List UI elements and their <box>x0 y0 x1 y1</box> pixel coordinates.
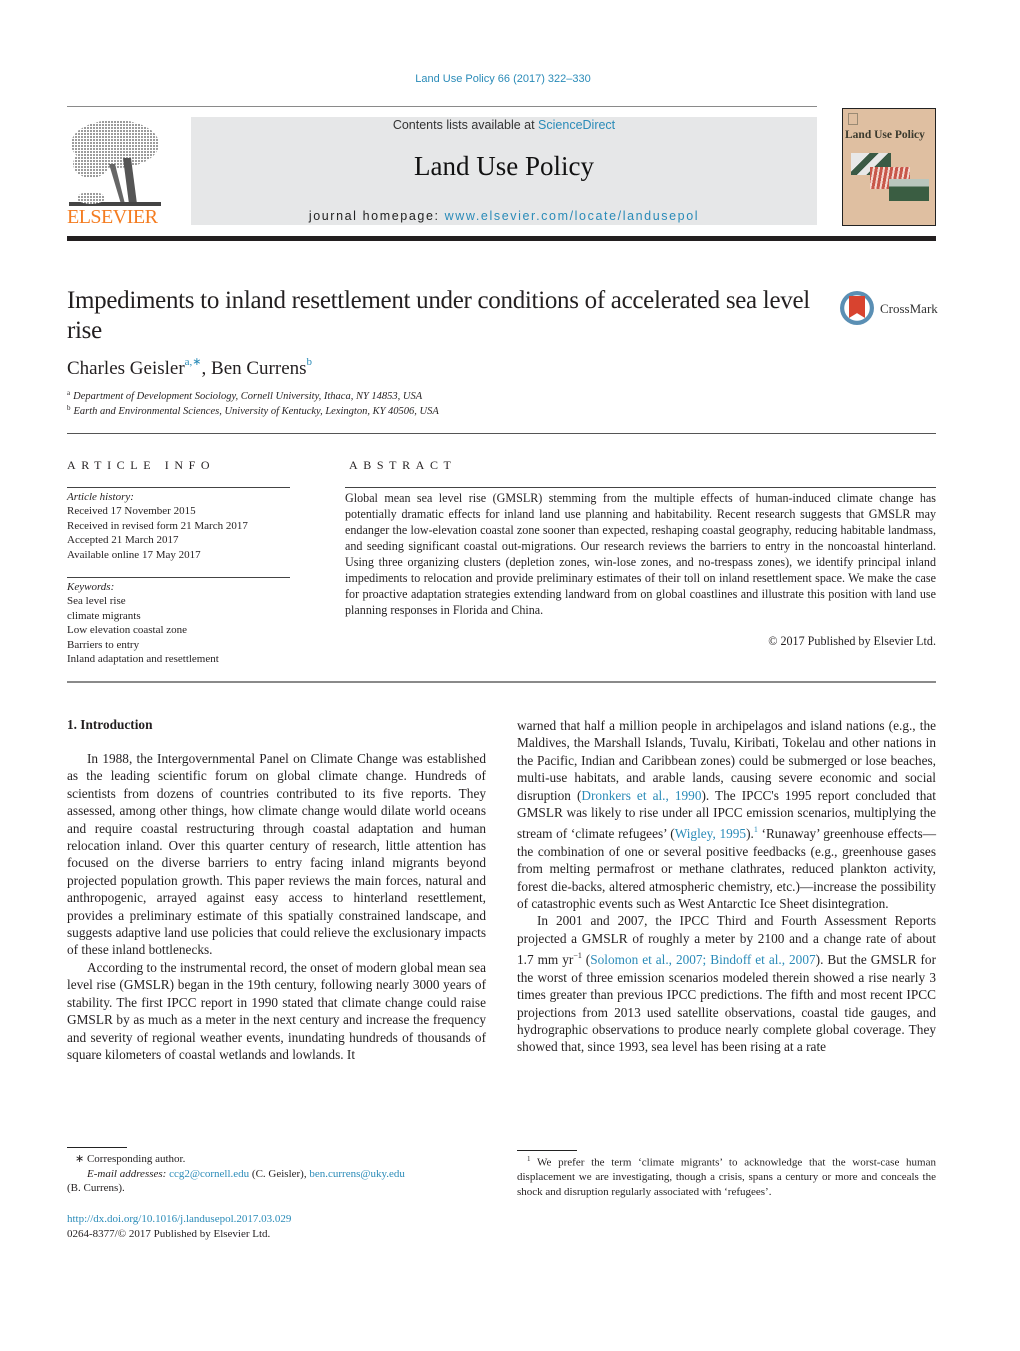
body-paragraph: According to the instrumental record, th… <box>67 959 486 1062</box>
sciencedirect-link[interactable]: ScienceDirect <box>538 118 615 132</box>
elsevier-logo[interactable]: ELSEVIER <box>67 116 167 228</box>
corresponding-footnote: ∗ Corresponding author. E-mail addresses… <box>67 1152 487 1196</box>
cover-publisher-icon <box>848 113 858 125</box>
divider <box>345 487 936 488</box>
email-owner: (C. Geisler), <box>249 1167 310 1180</box>
contents-prefix: Contents lists available at <box>392 118 539 132</box>
article-history: Article history: Received 17 November 20… <box>67 490 307 562</box>
elsevier-wordmark: ELSEVIER <box>67 206 158 228</box>
homepage-prefix: journal homepage: <box>308 209 445 223</box>
journal-banner: Contents lists available at ScienceDirec… <box>191 117 817 225</box>
header-rule <box>67 106 817 107</box>
citation-link[interactable]: Solomon et al., 2007; Bindoff et al., 20… <box>590 952 815 967</box>
section-heading: 1. Introduction <box>67 717 153 732</box>
body-paragraph: In 1988, the Intergovernmental Panel on … <box>67 751 486 958</box>
contents-line: Contents lists available at ScienceDirec… <box>191 118 817 132</box>
affiliation-mark: a <box>67 389 71 397</box>
divider <box>67 577 290 578</box>
history-item: Available online 17 May 2017 <box>67 548 201 561</box>
history-item: Accepted 21 March 2017 <box>67 534 179 547</box>
author-name[interactable]: Charles Geisler <box>67 358 185 379</box>
footnote-1: 1 We prefer the term ‘climate migrants’ … <box>517 1152 936 1199</box>
author-name[interactable]: Ben Currens <box>211 358 307 379</box>
journal-reference[interactable]: Land Use Policy 66 (2017) 322–330 <box>0 73 1006 85</box>
email-link[interactable]: ben.currens@uky.edu <box>309 1168 405 1180</box>
footnote-text: We prefer the term ‘climate migrants’ to… <box>517 1156 936 1198</box>
history-item: Received in revised form 21 March 2017 <box>67 519 248 532</box>
homepage-line: journal homepage: www.elsevier.com/locat… <box>191 209 817 223</box>
keyword: climate migrants <box>67 609 141 622</box>
keywords-label: Keywords: <box>67 581 115 593</box>
body-column-right: warned that half a million people in arc… <box>517 717 936 1056</box>
crossmark-label: CrossMark <box>880 301 938 316</box>
abstract-text: Global mean sea level rise (GMSLR) stemm… <box>345 491 936 617</box>
keyword: Low elevation coastal zone <box>67 624 188 637</box>
citation-link[interactable]: Wigley, 1995 <box>675 826 746 841</box>
corresponding-author-note: ∗ Corresponding author. <box>75 1153 186 1165</box>
keyword: Barriers to entry <box>67 638 140 651</box>
issn-copyright: 0264-8377/© 2017 Published by Elsevier L… <box>67 1227 271 1240</box>
citation-link[interactable]: Dronkers et al., 1990 <box>581 788 701 803</box>
author-affiliation-mark[interactable]: b <box>307 356 313 368</box>
article-history-label: Article history: <box>67 491 134 503</box>
abstract-heading: ABSTRACT <box>349 458 457 472</box>
doi-block: http://dx.doi.org/10.1016/j.landusepol.2… <box>67 1212 291 1241</box>
author-affiliation-mark[interactable]: a,∗ <box>185 356 202 368</box>
text-run: ). <box>746 826 754 842</box>
abstract-copyright: © 2017 Published by Elsevier Ltd. <box>768 634 936 648</box>
email-link[interactable]: ccg2@cornell.edu <box>169 1168 249 1180</box>
text-run: ). But the GMSLR for the worst of three … <box>517 952 936 1055</box>
email-line: E-mail addresses: ccg2@cornell.edu (C. G… <box>67 1167 487 1182</box>
exponent: −1 <box>573 951 582 961</box>
author-list: Charles Geislera,∗, Ben Currensb <box>67 355 312 380</box>
text-run: ( <box>581 952 591 968</box>
divider <box>67 433 936 434</box>
author-separator: , <box>201 358 212 379</box>
body-column-left: In 1988, the Intergovernmental Panel on … <box>67 750 486 1063</box>
footnote-rule <box>517 1150 577 1151</box>
keyword: Sea level rise <box>67 595 126 608</box>
journal-homepage-link[interactable]: www.elsevier.com/locate/landusepol <box>445 209 700 223</box>
affiliation: a Department of Development Sociology, Co… <box>67 389 422 402</box>
elsevier-tree-icon <box>69 120 161 206</box>
keyword: Inland adaptation and resettlement <box>67 653 219 666</box>
crossmark-button[interactable]: CrossMark <box>840 291 940 329</box>
affiliation: b Earth and Environmental Sciences, Unive… <box>67 404 439 417</box>
body-paragraph: warned that half a million people in arc… <box>517 717 936 912</box>
footnote-rule <box>67 1147 127 1148</box>
body-paragraph: In 2001 and 2007, the IPCC Third and Fou… <box>517 912 936 1055</box>
keywords: Keywords: Sea level rise climate migrant… <box>67 580 307 666</box>
journal-title: Land Use Policy <box>414 151 594 181</box>
affiliation-mark: b <box>67 404 71 412</box>
divider <box>67 487 290 488</box>
affiliation-text: Department of Development Sociology, Cor… <box>73 391 423 402</box>
cover-photo-3 <box>889 179 929 201</box>
article-info-heading: ARTICLE INFO <box>67 458 216 472</box>
header-thick-rule <box>67 236 936 241</box>
email-owner: (B. Currens). <box>67 1182 125 1194</box>
email-label: E-mail addresses: <box>87 1167 167 1180</box>
affiliation-text: Earth and Environmental Sciences, Univer… <box>73 406 439 417</box>
article-title: Impediments to inland resettlement under… <box>67 287 810 344</box>
divider <box>67 681 936 683</box>
history-item: Received 17 November 2015 <box>67 505 196 518</box>
doi-link[interactable]: http://dx.doi.org/10.1016/j.landusepol.2… <box>67 1213 291 1225</box>
cover-title: Land Use Policy <box>845 129 925 141</box>
journal-cover-thumbnail[interactable]: Land Use Policy <box>842 108 936 226</box>
